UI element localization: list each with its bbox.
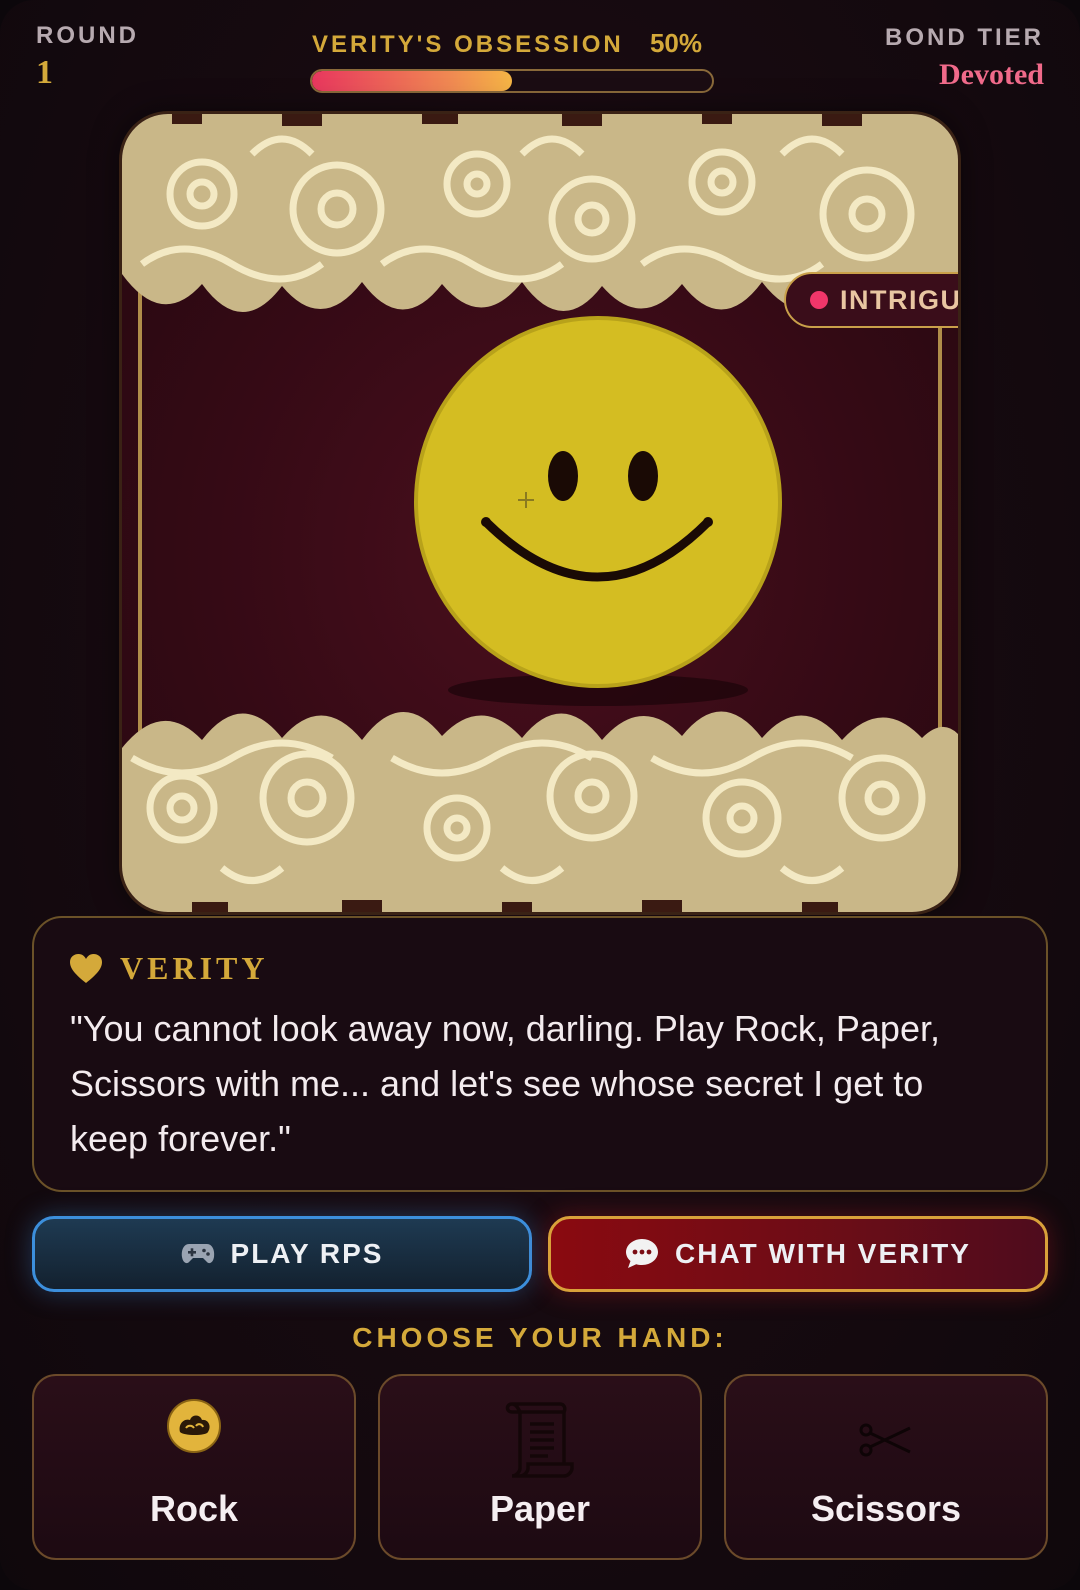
obsession-bar-fill bbox=[312, 71, 512, 91]
rock-icon bbox=[167, 1399, 221, 1453]
scroll-icon bbox=[505, 1402, 574, 1478]
obsession-meter: VERITY'S OBSESSION 50% bbox=[310, 28, 714, 93]
hand-rock-button[interactable]: Rock bbox=[32, 1374, 356, 1560]
status-dot-icon bbox=[810, 291, 828, 309]
hand-scissors-label: Scissors bbox=[810, 1488, 962, 1529]
bond-tier-value: Devoted bbox=[939, 58, 1044, 91]
chat-with-verity-button[interactable]: CHAT WITH VERITY bbox=[548, 1216, 1048, 1292]
game-screen: ROUND 1 VERITY'S OBSESSION 50% BOND TIER… bbox=[0, 0, 1080, 1590]
dialogue-box: VERITY "You cannot look away now, darlin… bbox=[32, 916, 1048, 1192]
obsession-bar bbox=[310, 69, 714, 93]
chat-with-verity-label: CHAT WITH VERITY bbox=[675, 1238, 971, 1269]
round-value: 1 bbox=[36, 54, 53, 91]
smiley-face-icon bbox=[414, 316, 782, 706]
speaker-name: VERITY bbox=[120, 950, 269, 986]
character-portrait: INTRIGUED bbox=[122, 114, 958, 912]
hand-paper-button[interactable]: Paper bbox=[378, 1374, 702, 1560]
dialogue-text: "You cannot look away now, darling. Play… bbox=[70, 1008, 940, 1159]
obsession-label: VERITY'S OBSESSION bbox=[312, 31, 624, 58]
bond-tier-indicator: BOND TIER Devoted bbox=[885, 24, 1044, 92]
hand-scissors-button[interactable]: Scissors bbox=[724, 1374, 1048, 1560]
speech-bubble-icon bbox=[626, 1239, 659, 1268]
hand-paper-label: Paper bbox=[489, 1488, 591, 1529]
hand-rock-label: Rock bbox=[149, 1488, 239, 1529]
heart-icon bbox=[70, 953, 102, 983]
round-indicator: ROUND 1 bbox=[36, 22, 139, 92]
mood-status-text: INTRIGUED bbox=[840, 284, 958, 315]
play-rps-label: PLAY RPS bbox=[230, 1238, 384, 1269]
round-label: ROUND bbox=[36, 22, 139, 49]
lace-border-bottom bbox=[122, 711, 958, 912]
play-rps-button[interactable]: PLAY RPS bbox=[32, 1216, 532, 1292]
dialogue-speaker: VERITY bbox=[70, 950, 1010, 987]
mood-status-badge: INTRIGUED bbox=[784, 272, 958, 328]
obsession-percent: 50% bbox=[649, 28, 702, 58]
bond-tier-label: BOND TIER bbox=[885, 24, 1044, 51]
choose-hand-heading: CHOOSE YOUR HAND: bbox=[352, 1322, 728, 1353]
scissors-icon bbox=[859, 1423, 911, 1457]
gamepad-icon bbox=[181, 1244, 214, 1264]
